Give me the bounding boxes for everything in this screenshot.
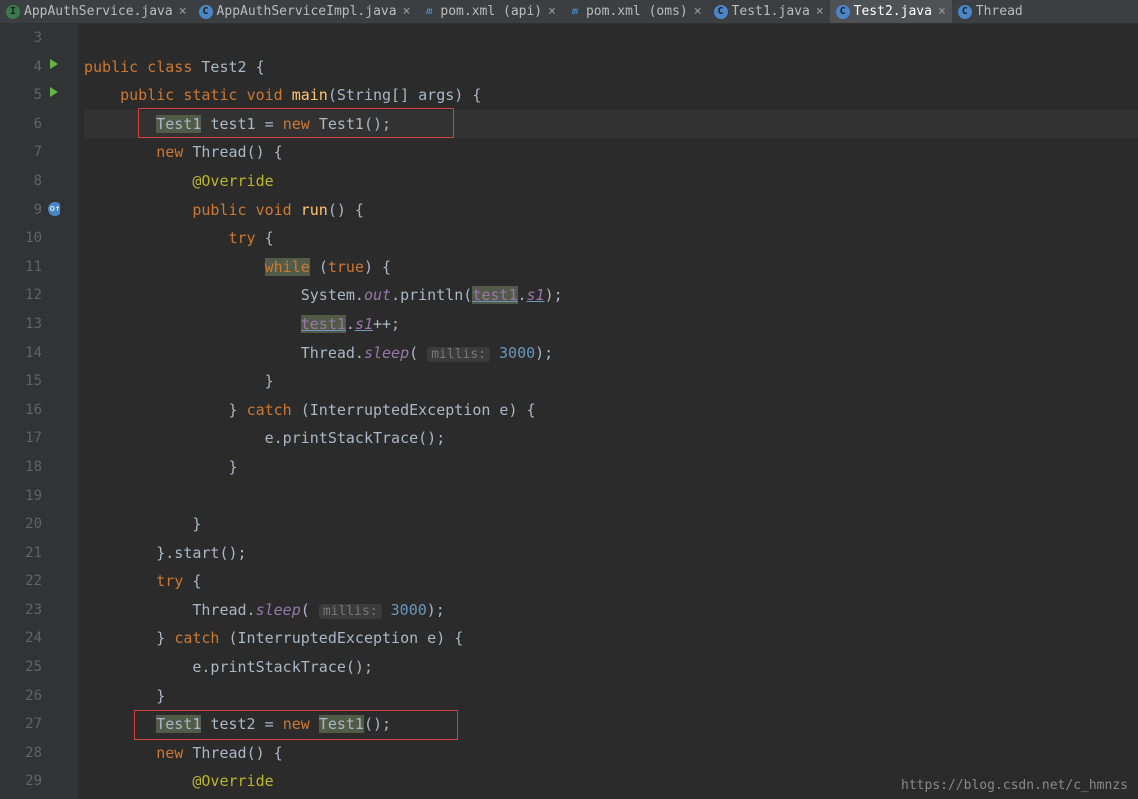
code-line: e.printStackTrace(); — [84, 653, 1138, 682]
code-line — [84, 482, 1138, 511]
java-class-icon: C — [199, 5, 213, 19]
line-number: 4 — [0, 53, 42, 82]
run-icon[interactable] — [50, 87, 58, 97]
line-number: 15 — [0, 367, 42, 396]
code-line: } — [84, 453, 1138, 482]
line-number: 25 — [0, 653, 42, 682]
line-number: 22 — [0, 567, 42, 596]
line-number: 12 — [0, 281, 42, 310]
code-line: public void run() { — [84, 196, 1138, 225]
line-number: 14 — [0, 339, 42, 368]
code-line: } catch (InterruptedException e) { — [84, 624, 1138, 653]
line-number: 28 — [0, 739, 42, 768]
code-line: test1.s1++; — [84, 310, 1138, 339]
code-line: while (true) { — [84, 253, 1138, 282]
line-number: 9o↑ — [0, 196, 42, 225]
line-number: 18 — [0, 453, 42, 482]
maven-icon: m — [422, 5, 436, 19]
tab-test1[interactable]: CTest1.java× — [708, 0, 830, 23]
java-interface-icon: I — [6, 5, 20, 19]
run-icon[interactable] — [50, 59, 58, 69]
tab-pom-oms[interactable]: mpom.xml (oms)× — [562, 0, 708, 23]
line-number: 11 — [0, 253, 42, 282]
line-number: 7 — [0, 138, 42, 167]
line-number: 23 — [0, 596, 42, 625]
code-line: try { — [84, 567, 1138, 596]
code-line: new Thread() { — [84, 138, 1138, 167]
java-class-icon: C — [714, 5, 728, 19]
close-icon[interactable]: × — [694, 4, 702, 19]
code-line: }.start(); — [84, 539, 1138, 568]
line-number: 26 — [0, 682, 42, 711]
fold-gutter — [60, 24, 78, 799]
line-number: 16 — [0, 396, 42, 425]
tab-thread[interactable]: CThread — [952, 0, 1029, 23]
line-number: 10 — [0, 224, 42, 253]
close-icon[interactable]: × — [548, 4, 556, 19]
line-number: 20 — [0, 510, 42, 539]
line-number: 17 — [0, 424, 42, 453]
code-line: System.out.println(test1.s1); — [84, 281, 1138, 310]
code-line: Test1 test2 = new Test1(); — [84, 710, 1138, 739]
code-line: Thread.sleep( millis: 3000); — [84, 596, 1138, 625]
code-line: } — [84, 367, 1138, 396]
maven-icon: m — [568, 5, 582, 19]
line-number: 13 — [0, 310, 42, 339]
java-class-icon: C — [958, 5, 972, 19]
code-area[interactable]: public class Test2 { public static void … — [78, 24, 1138, 799]
line-number: 29 — [0, 767, 42, 796]
code-line: Thread.sleep( millis: 3000); — [84, 339, 1138, 368]
line-number: 19 — [0, 482, 42, 511]
code-line: } — [84, 682, 1138, 711]
tab-pom-api[interactable]: mpom.xml (api)× — [416, 0, 562, 23]
code-line: public static void main(String[] args) { — [84, 81, 1138, 110]
close-icon[interactable]: × — [938, 4, 946, 19]
watermark: https://blog.csdn.net/c_hmnzs — [901, 778, 1128, 793]
line-number-gutter: 3 4 5 6 7 8 9o↑ 10 11 12 13 14 15 16 17 … — [0, 24, 60, 799]
code-editor[interactable]: 3 4 5 6 7 8 9o↑ 10 11 12 13 14 15 16 17 … — [0, 24, 1138, 799]
code-line: public class Test2 { — [84, 53, 1138, 82]
line-number: 21 — [0, 539, 42, 568]
editor-tabs: IAppAuthService.java× CAppAuthServiceImp… — [0, 0, 1138, 24]
code-line: @Override — [84, 167, 1138, 196]
code-line: new Thread() { — [84, 739, 1138, 768]
close-icon[interactable]: × — [403, 4, 411, 19]
code-line: } — [84, 510, 1138, 539]
close-icon[interactable]: × — [816, 4, 824, 19]
line-number: 27 — [0, 710, 42, 739]
line-number: 24 — [0, 624, 42, 653]
code-line: } catch (InterruptedException e) { — [84, 396, 1138, 425]
tab-appauthservice[interactable]: IAppAuthService.java× — [0, 0, 193, 23]
code-line: try { — [84, 224, 1138, 253]
code-line: e.printStackTrace(); — [84, 424, 1138, 453]
line-number: 6 — [0, 110, 42, 139]
tab-appauthserviceimpl[interactable]: CAppAuthServiceImpl.java× — [193, 0, 417, 23]
code-line-current: Test1 test1 = new Test1(); — [84, 110, 1138, 139]
line-number: 3 — [0, 24, 42, 53]
line-number: 8 — [0, 167, 42, 196]
tab-test2[interactable]: CTest2.java× — [830, 0, 952, 23]
java-class-icon: C — [836, 5, 850, 19]
code-line — [84, 24, 1138, 53]
line-number: 5 — [0, 81, 42, 110]
close-icon[interactable]: × — [179, 4, 187, 19]
